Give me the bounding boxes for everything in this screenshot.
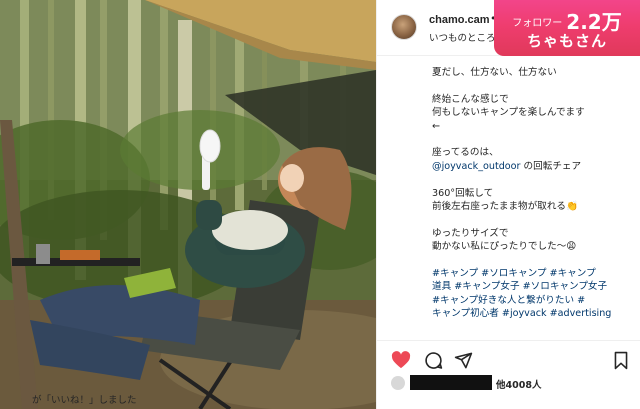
likes-count-link[interactable]: 他4008人: [496, 377, 541, 391]
post-side-panel: chamo.cam • いつものところ 夏だし、仕方ない、仕方ない 終始こんな感…: [376, 0, 640, 409]
bookmark-icon[interactable]: [611, 350, 631, 370]
caption-line: 終始こんな感じで: [432, 93, 509, 105]
caption-gap: [432, 79, 640, 92]
caption-gap: [432, 254, 640, 267]
likes-row: 他4008人: [377, 374, 640, 392]
post-actions: [377, 340, 640, 374]
comment-icon[interactable]: [423, 350, 443, 370]
caption-line: 動かない私にぴったりでした〜😩: [432, 241, 577, 253]
caption-line: 座ってるのは、: [432, 147, 499, 159]
follower-badge: フォロワー 2.2万 ちゃもさん: [494, 0, 640, 56]
liker-avatar: [391, 376, 405, 390]
caption-gap: [432, 213, 640, 226]
badge-label: フォロワー: [512, 18, 563, 29]
post-photo[interactable]: [0, 0, 376, 409]
caption-line: 夏だし、仕方ない、仕方ない: [432, 67, 557, 78]
mention-link[interactable]: @joyvack_outdoor: [432, 161, 520, 172]
badge-name: ちゃもさん: [526, 32, 607, 50]
caption-gap: [432, 133, 640, 146]
hashtags-line[interactable]: キャンプ初心者 #joyvack #advertising: [432, 307, 640, 320]
share-icon[interactable]: [453, 350, 473, 370]
avatar[interactable]: [391, 14, 417, 40]
redacted-username: [410, 375, 492, 390]
post-caption: 夏だし、仕方ない、仕方ない 終始こんな感じで 何もしないキャンプを楽しんでます …: [432, 66, 640, 321]
caption-line: ゆったりサイズで: [432, 227, 509, 239]
caption-gap: [432, 173, 640, 186]
badge-top-row: フォロワー 2.2万: [494, 6, 640, 34]
heart-icon[interactable]: [391, 350, 411, 370]
caption-mention-line: @joyvack_outdoor の回転チェア: [432, 160, 640, 173]
caption-text: の回転チェア: [520, 160, 582, 172]
username-link[interactable]: chamo.cam: [429, 14, 490, 26]
caption-line: 何もしないキャンプを楽しんでます: [432, 107, 585, 119]
caption-line: ←: [432, 120, 441, 132]
camp-scene-image: [0, 0, 376, 409]
location-link[interactable]: いつものところ: [429, 30, 496, 44]
caption-line: 前後左右座ったまま物が取れる👏: [432, 201, 578, 213]
hashtags-line[interactable]: #キャンプ好きな人と繋がりたい #: [432, 294, 640, 307]
hashtags-line[interactable]: 道具 #キャンプ女子 #ソロキャンプ女子: [432, 280, 640, 293]
hashtags-line[interactable]: #キャンプ #ソロキャンプ #キャンプ: [432, 267, 640, 280]
likes-suffix: が「いいね！」しました: [32, 395, 137, 406]
caption-line: 360°回転して: [432, 187, 494, 199]
